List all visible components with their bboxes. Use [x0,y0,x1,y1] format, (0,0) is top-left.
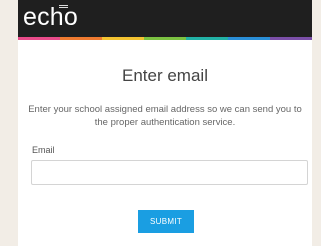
app-header: echo [18,0,312,37]
stripe-segment [144,37,186,40]
stripe-segment [60,37,102,40]
echo-logo: echo [23,3,79,31]
stripe-segment [186,37,228,40]
login-card: echo Enter email Enter your school assig… [18,0,312,246]
page-title: Enter email [122,66,208,85]
stripe-segment [270,37,312,40]
stripe-segment [18,37,60,40]
email-field[interactable] [31,160,308,185]
echo-superscript-mark-icon [59,5,68,11]
brand-color-stripe [18,37,312,40]
submit-button[interactable]: SUBMIT [138,210,194,233]
instructions-text: Enter your school assigned email address… [28,104,302,128]
stripe-segment [102,37,144,40]
stripe-segment [228,37,270,40]
email-label: Email [32,145,55,155]
